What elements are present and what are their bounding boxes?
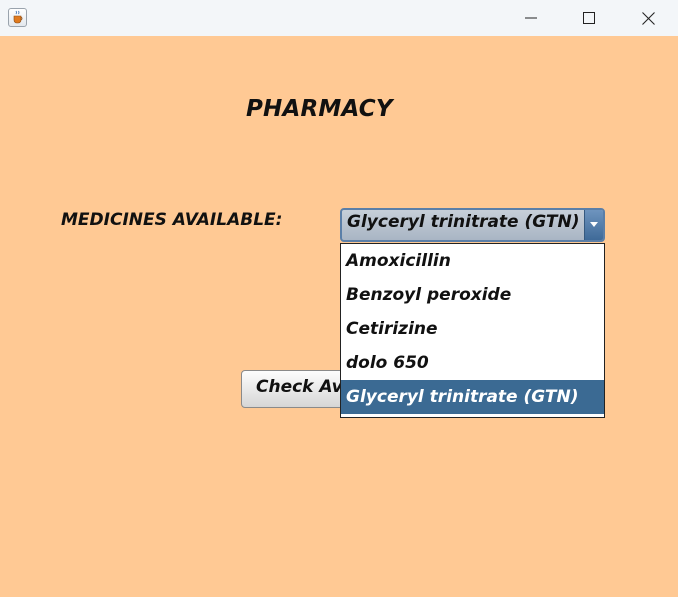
medicines-label: MEDICINES AVAILABLE: <box>61 210 283 230</box>
dropdown-item[interactable]: Benzoyl peroxide <box>341 278 604 312</box>
dropdown-item[interactable]: Amoxicillin <box>341 244 604 278</box>
check-availability-label: Check Av <box>256 377 343 397</box>
content-pane: PHARMACY MEDICINES AVAILABLE: Glyceryl t… <box>0 36 678 597</box>
maximize-button[interactable] <box>560 0 618 36</box>
dropdown-item-selected[interactable]: Glyceryl trinitrate (GTN) <box>341 380 604 414</box>
medicine-dropdown-list[interactable]: Amoxicillin Benzoyl peroxide Cetirizine … <box>340 243 605 418</box>
combobox-selected-value: Glyceryl trinitrate (GTN) <box>347 212 580 232</box>
dropdown-item[interactable]: Cetirizine <box>341 312 604 346</box>
medicine-combobox[interactable]: Glyceryl trinitrate (GTN) <box>340 208 605 242</box>
minimize-button[interactable] <box>502 0 560 36</box>
java-cup-icon <box>8 8 27 27</box>
chevron-down-icon[interactable] <box>584 210 603 240</box>
app-window: PHARMACY MEDICINES AVAILABLE: Glyceryl t… <box>0 0 678 597</box>
maximize-icon <box>583 12 595 24</box>
close-icon <box>641 11 655 25</box>
close-button[interactable] <box>619 0 677 36</box>
minimize-icon <box>525 17 537 19</box>
title-bar[interactable] <box>0 0 678 36</box>
page-title: PHARMACY <box>246 96 393 122</box>
dropdown-item[interactable]: dolo 650 <box>341 346 604 380</box>
